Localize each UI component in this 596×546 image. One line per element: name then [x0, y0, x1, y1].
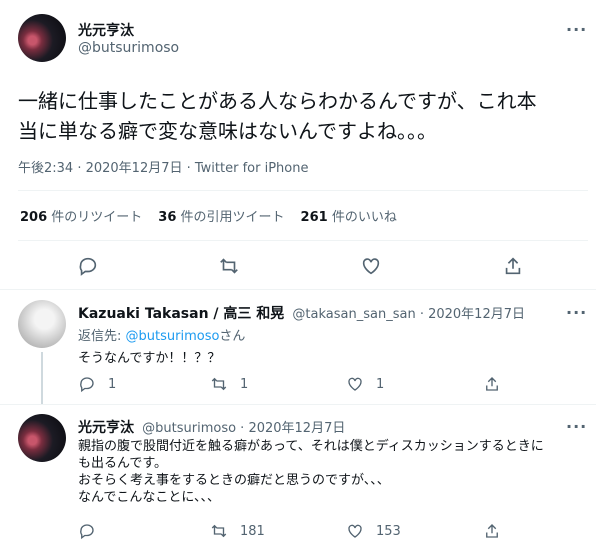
avatar[interactable] [18, 14, 66, 62]
like-count: 1 [376, 376, 385, 392]
avatar[interactable] [18, 300, 66, 348]
retweet-action[interactable]: 1 [210, 375, 248, 393]
author-name[interactable]: 光元亨汰 [78, 20, 134, 40]
like-action[interactable]: 1 [346, 375, 384, 393]
reply-text: そうなんですか！！？？ [78, 351, 221, 366]
reply-to-link[interactable]: @butsurimoso [126, 329, 220, 344]
divider [0, 404, 596, 405]
more-icon[interactable]: ··· [566, 417, 587, 436]
tweet-stats: 206 件のリツイート 36 件の引用ツイート 261 件のいいね [20, 206, 397, 225]
retweet-icon[interactable] [218, 255, 240, 277]
reply-header: 光元亨汰 @butsurimoso · 2020年12月7日 [78, 417, 345, 437]
retweets-stat[interactable]: 206 件のリツイート [20, 206, 142, 225]
reply-count: 1 [108, 376, 117, 392]
divider [18, 190, 588, 191]
author-handle[interactable]: @butsurimoso [78, 40, 179, 56]
reply-context: 返信先: @butsurimosoさん [78, 329, 246, 344]
like-icon[interactable] [360, 255, 382, 277]
reply-icon[interactable] [77, 255, 99, 277]
quotes-stat[interactable]: 36 件の引用ツイート [158, 206, 284, 225]
tweet-text-line: 当に単なる癖で変な意味はないんですよね。。。 [18, 119, 437, 143]
like-action[interactable]: 153 [346, 522, 401, 540]
reply-action[interactable] [78, 522, 96, 540]
author-handle[interactable]: @takasan_san_san · 2020年12月7日 [292, 307, 525, 322]
reply-text: 親指の腹で股間付近を触る癖があって、それは僕とディスカッションするときに も出る… [78, 439, 544, 505]
tweet-text-line: 一緒に仕事したことがある人ならわかるんですが、これ本 [18, 89, 537, 113]
author-handle[interactable]: @butsurimoso · 2020年12月7日 [142, 421, 345, 436]
retweet-action[interactable]: 181 [210, 522, 265, 540]
more-icon[interactable]: ··· [566, 20, 587, 39]
retweet-count: 1 [240, 376, 249, 392]
share-action[interactable] [483, 522, 501, 540]
divider [18, 240, 588, 241]
more-icon[interactable]: ··· [566, 303, 587, 322]
avatar[interactable] [18, 414, 66, 462]
author-name[interactable]: 光元亨汰 [78, 420, 134, 436]
share-action[interactable] [483, 375, 501, 393]
reply-action[interactable]: 1 [78, 375, 116, 393]
author-name[interactable]: Kazuaki Takasan / 高三 和晃 [78, 306, 284, 322]
tweet-text: 一緒に仕事したことがある人ならわかるんですが、これ本 当に単なる癖で変な意味はな… [18, 86, 588, 146]
divider [0, 289, 596, 290]
share-icon[interactable] [502, 255, 524, 277]
thread-line [41, 352, 43, 404]
like-count: 153 [376, 523, 401, 539]
likes-stat[interactable]: 261 件のいいね [301, 206, 397, 225]
retweet-count: 181 [240, 523, 265, 539]
reply-header: Kazuaki Takasan / 高三 和晃 @takasan_san_san… [78, 303, 525, 323]
tweet-meta[interactable]: 午後2:34 · 2020年12月7日 · Twitter for iPhone [18, 157, 308, 176]
